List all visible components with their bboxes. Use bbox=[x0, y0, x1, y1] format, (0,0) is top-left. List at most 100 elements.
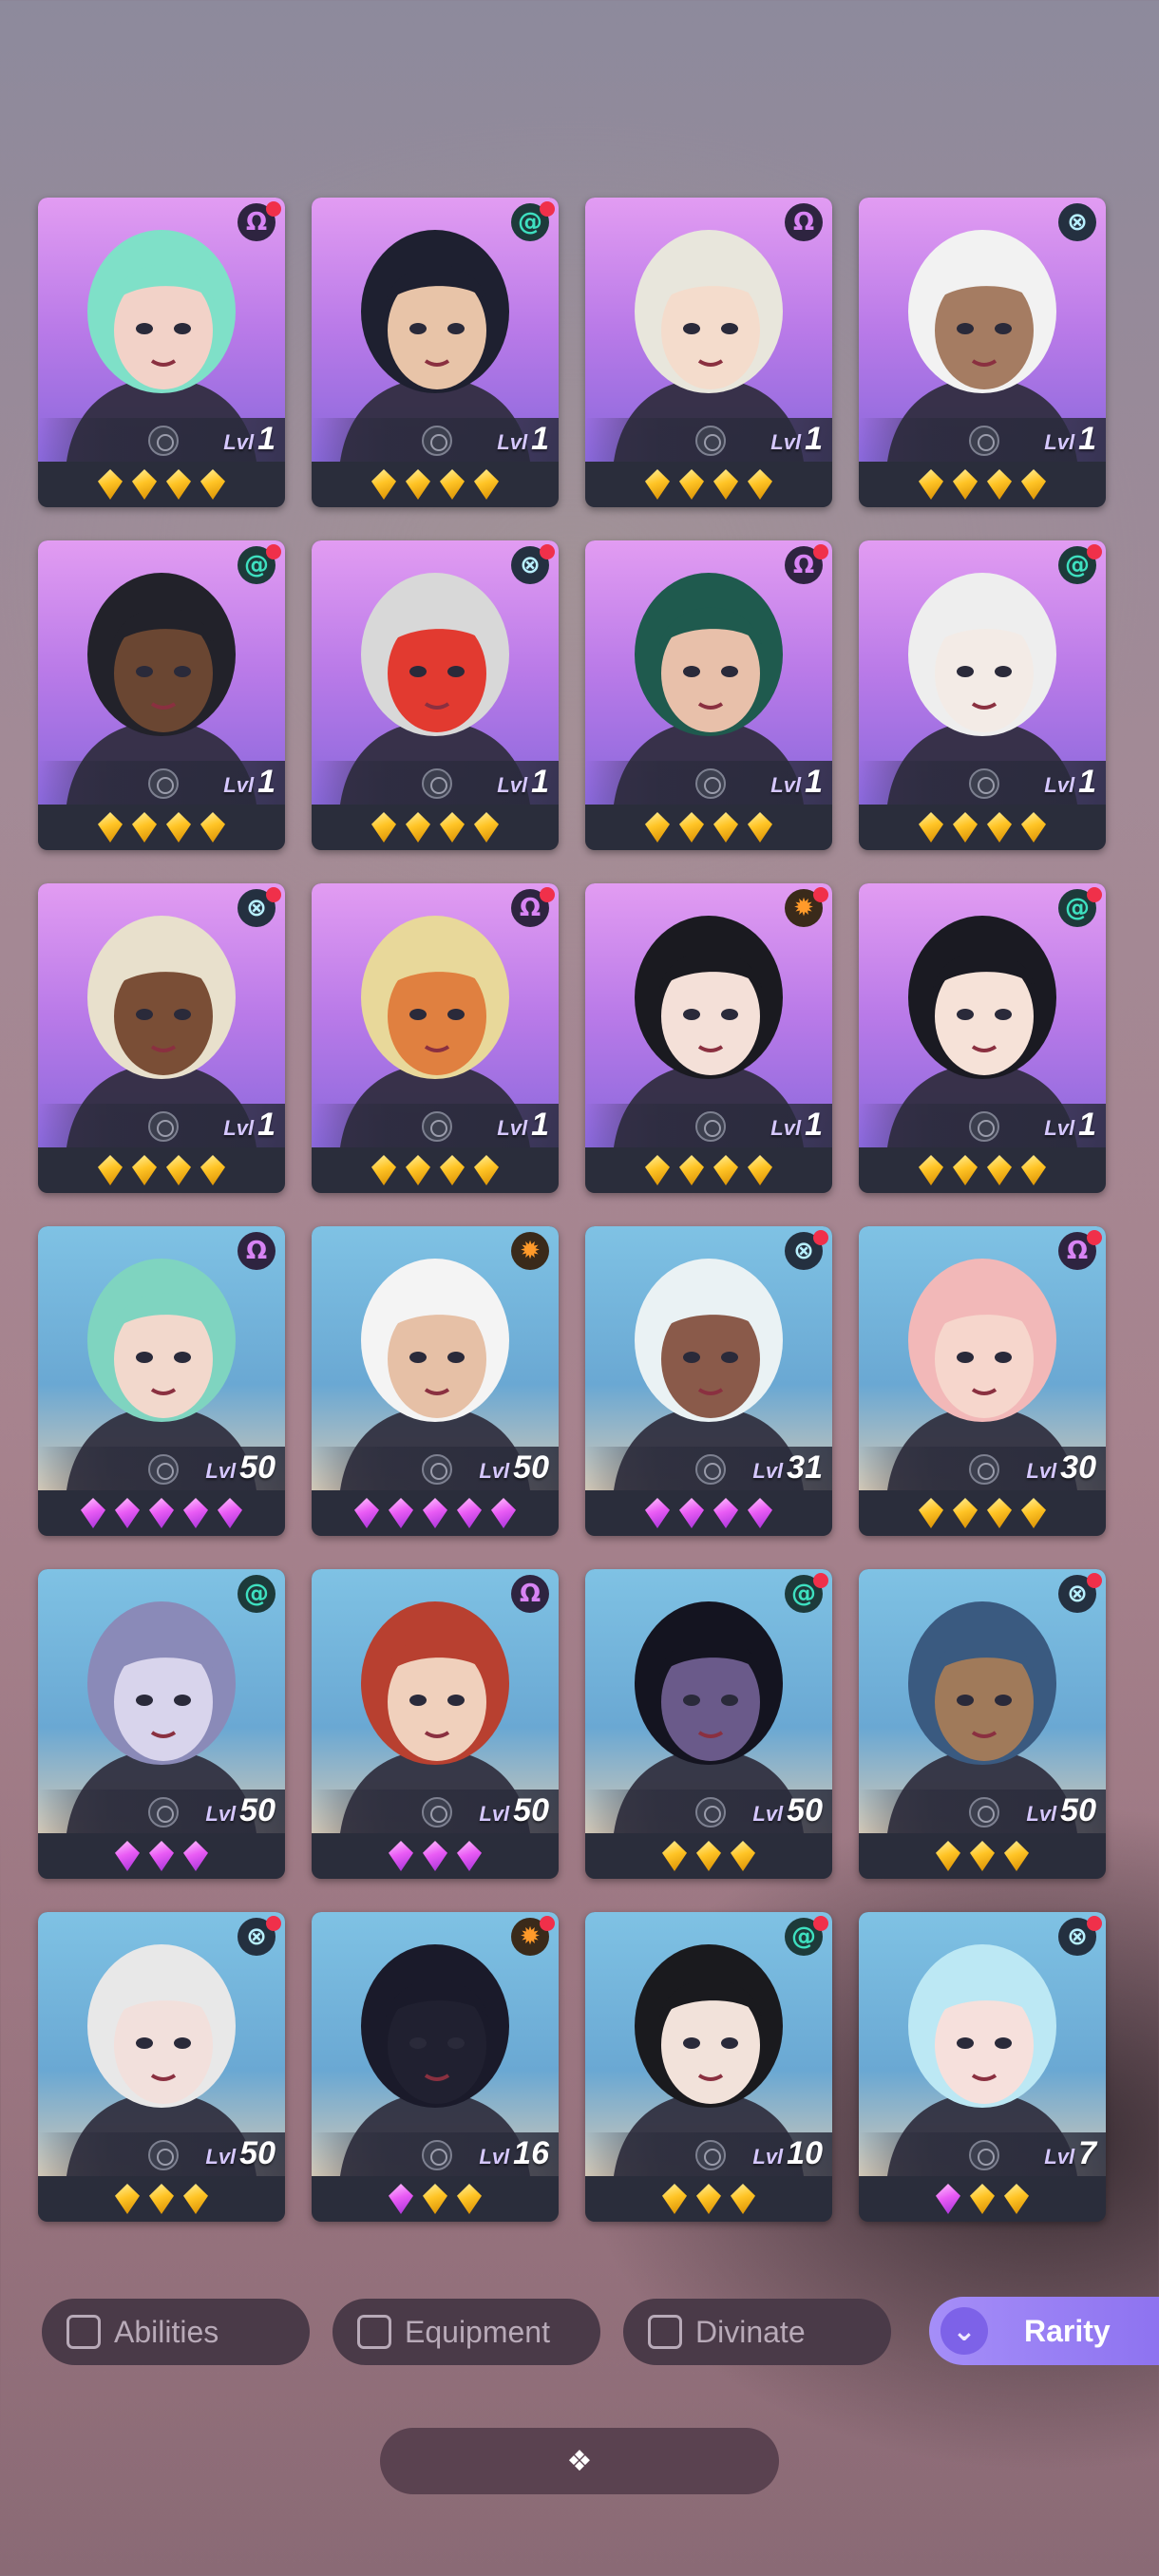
rarity-label: Rarity bbox=[1024, 2313, 1111, 2348]
equipment-checkbox[interactable] bbox=[357, 2315, 391, 2349]
gold-gem-icon bbox=[987, 1498, 1012, 1528]
divinate-label: Divinate bbox=[695, 2314, 806, 2349]
filter-equipment[interactable]: Equipment bbox=[332, 2299, 600, 2365]
gold-gem-icon bbox=[132, 812, 157, 843]
level-label: Lvl 1 bbox=[770, 763, 823, 801]
level-number: 50 bbox=[239, 1449, 276, 1486]
swirl-element-icon: @ bbox=[238, 1575, 276, 1613]
character-grid: Ω Lvl 1 @ Lvl 1 Ω Lvl 1 ⊗ Lvl 1 @ Lvl 1 ⊗ Lvl 1 Ω Lvl 1 @ Lvl 1… bbox=[38, 198, 1112, 2230]
character-card[interactable]: Ω Lvl 50 bbox=[312, 1569, 559, 1879]
pink-gem-icon bbox=[115, 1841, 140, 1871]
star-rating bbox=[312, 2178, 559, 2220]
character-card[interactable]: Ω Lvl 50 bbox=[38, 1226, 285, 1536]
level-label: Lvl 16 bbox=[479, 2134, 549, 2172]
character-card[interactable]: @ Lvl 1 bbox=[859, 883, 1106, 1193]
character-card[interactable]: ⊗ Lvl 1 bbox=[859, 198, 1106, 507]
star-rating bbox=[585, 1492, 832, 1534]
level-number: 30 bbox=[1060, 1449, 1096, 1486]
pink-gem-icon bbox=[423, 1841, 447, 1871]
level-prefix: Lvl bbox=[1044, 1116, 1075, 1140]
character-card[interactable]: ⊗ Lvl 1 bbox=[38, 883, 285, 1193]
character-card[interactable]: Ω Lvl 1 bbox=[585, 198, 832, 507]
notification-dot bbox=[540, 201, 555, 217]
gold-gem-icon bbox=[713, 1155, 738, 1185]
gold-gem-icon bbox=[953, 1498, 978, 1528]
character-card[interactable]: @ Lvl 1 bbox=[38, 540, 285, 850]
level-label: Lvl 1 bbox=[770, 420, 823, 458]
gear-slot-icon bbox=[148, 1111, 179, 1142]
pink-gem-icon bbox=[354, 1498, 379, 1528]
level-prefix: Lvl bbox=[1044, 773, 1075, 797]
level-prefix: Lvl bbox=[497, 430, 528, 454]
character-card[interactable]: @ Lvl 1 bbox=[859, 540, 1106, 850]
filter-divinate[interactable]: Divinate bbox=[623, 2299, 891, 2365]
level-number: 50 bbox=[239, 2135, 276, 2171]
level-label: Lvl 1 bbox=[1044, 763, 1096, 801]
notification-dot bbox=[813, 1573, 828, 1588]
character-card[interactable]: ⊗ Lvl 50 bbox=[38, 1912, 285, 2222]
character-card[interactable]: Ω Lvl 1 bbox=[312, 883, 559, 1193]
level-prefix: Lvl bbox=[752, 2145, 784, 2169]
star-rating bbox=[585, 1149, 832, 1191]
gear-slot-icon bbox=[422, 1111, 452, 1142]
divinate-checkbox[interactable] bbox=[648, 2315, 682, 2349]
character-card[interactable]: ⊗ Lvl 50 bbox=[859, 1569, 1106, 1879]
level-label: Lvl 50 bbox=[205, 1791, 276, 1829]
level-prefix: Lvl bbox=[1026, 1459, 1057, 1483]
sort-rarity-button[interactable]: ⌄ Rarity bbox=[929, 2297, 1159, 2365]
character-card[interactable]: ⊗ Lvl 7 bbox=[859, 1912, 1106, 2222]
star-rating bbox=[859, 2178, 1106, 2220]
level-label: Lvl 50 bbox=[205, 1449, 276, 1487]
gold-gem-icon bbox=[166, 469, 191, 500]
star-rating bbox=[312, 1149, 559, 1191]
gold-gem-icon bbox=[987, 1155, 1012, 1185]
gold-gem-icon bbox=[1004, 1841, 1029, 1871]
gold-gem-icon bbox=[953, 1155, 978, 1185]
level-prefix: Lvl bbox=[223, 430, 255, 454]
character-card[interactable]: Ω Lvl 1 bbox=[585, 540, 832, 850]
gear-slot-icon bbox=[969, 768, 999, 799]
gold-gem-icon bbox=[132, 1155, 157, 1185]
level-number: 1 bbox=[257, 1107, 276, 1143]
gear-slot-icon bbox=[695, 1111, 726, 1142]
omega-element-icon: Ω bbox=[238, 1232, 276, 1270]
level-label: Lvl 1 bbox=[223, 763, 276, 801]
gear-slot-icon bbox=[695, 2140, 726, 2170]
gold-gem-icon bbox=[406, 1155, 430, 1185]
level-number: 50 bbox=[513, 1449, 549, 1486]
star-rating bbox=[312, 806, 559, 848]
character-card[interactable]: ⊗ Lvl 1 bbox=[312, 540, 559, 850]
expand-bar-button[interactable]: ❖ bbox=[380, 2428, 779, 2494]
level-number: 10 bbox=[787, 2135, 823, 2171]
expand-arrows-icon: ❖ bbox=[566, 2444, 593, 2478]
character-card[interactable]: Ω Lvl 1 bbox=[38, 198, 285, 507]
level-label: Lvl 1 bbox=[1044, 420, 1096, 458]
gold-gem-icon bbox=[713, 469, 738, 500]
gold-gem-icon bbox=[696, 1841, 721, 1871]
character-card[interactable]: @ Lvl 50 bbox=[585, 1569, 832, 1879]
level-label: Lvl 10 bbox=[752, 2134, 823, 2172]
pink-gem-icon bbox=[457, 1498, 482, 1528]
pink-gem-icon bbox=[748, 1498, 772, 1528]
character-card[interactable]: @ Lvl 50 bbox=[38, 1569, 285, 1879]
level-label: Lvl 1 bbox=[770, 1106, 823, 1144]
filter-abilities[interactable]: Abilities bbox=[42, 2299, 310, 2365]
level-prefix: Lvl bbox=[770, 773, 802, 797]
character-card[interactable]: ✹ Lvl 1 bbox=[585, 883, 832, 1193]
character-card[interactable]: @ Lvl 10 bbox=[585, 1912, 832, 2222]
gear-slot-icon bbox=[695, 1797, 726, 1828]
character-card[interactable]: ✹ Lvl 50 bbox=[312, 1226, 559, 1536]
pink-gem-icon bbox=[81, 1498, 105, 1528]
character-card[interactable]: ⊗ Lvl 31 bbox=[585, 1226, 832, 1536]
gold-gem-icon bbox=[645, 1155, 670, 1185]
abilities-checkbox[interactable] bbox=[66, 2315, 101, 2349]
character-card[interactable]: ✹ Lvl 16 bbox=[312, 1912, 559, 2222]
gear-slot-icon bbox=[969, 1454, 999, 1485]
gear-slot-icon bbox=[148, 2140, 179, 2170]
gold-gem-icon bbox=[662, 2184, 687, 2214]
gold-gem-icon bbox=[987, 812, 1012, 843]
gear-slot-icon bbox=[969, 1111, 999, 1142]
character-card[interactable]: @ Lvl 1 bbox=[312, 198, 559, 507]
level-number: 1 bbox=[531, 421, 549, 457]
character-card[interactable]: Ω Lvl 30 bbox=[859, 1226, 1106, 1536]
